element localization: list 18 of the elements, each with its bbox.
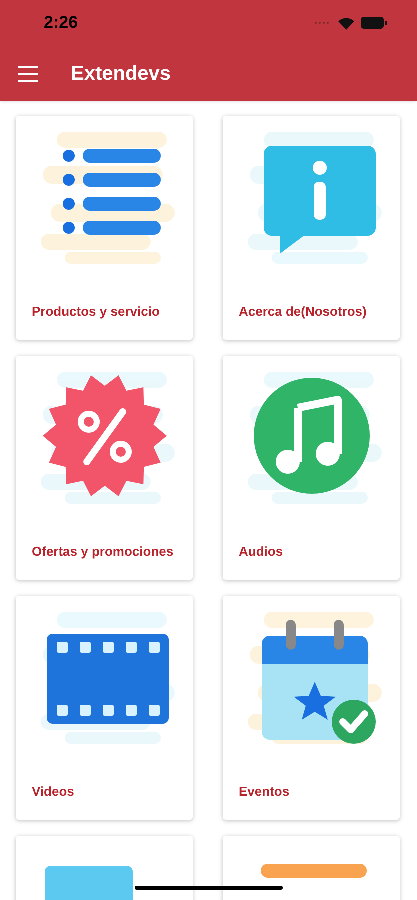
card-label: Videos bbox=[32, 783, 74, 801]
card-label: Ofertas y promociones bbox=[32, 543, 174, 561]
menu-button[interactable] bbox=[18, 66, 38, 82]
card-label: Acerca de(Nosotros) bbox=[239, 303, 367, 321]
menu-card[interactable]: Productos y servicio bbox=[16, 116, 193, 340]
battery-icon bbox=[361, 17, 387, 29]
app-title: Extendevs bbox=[71, 62, 172, 86]
menu-card[interactable]: Audios bbox=[223, 356, 400, 580]
menu-card[interactable]: Eventos bbox=[223, 596, 400, 820]
menu-card[interactable]: Ofertas y promociones bbox=[16, 356, 193, 580]
card-label: Productos y servicio bbox=[32, 303, 160, 321]
status-time: 2:26 bbox=[44, 12, 78, 34]
menu-card[interactable]: Acerca de(Nosotros) bbox=[223, 116, 400, 340]
card-label: Eventos bbox=[239, 783, 290, 801]
wifi-icon bbox=[338, 16, 355, 30]
signal-icon bbox=[314, 21, 332, 25]
menu-card[interactable]: Videos bbox=[16, 596, 193, 820]
card-label: Audios bbox=[239, 543, 284, 561]
